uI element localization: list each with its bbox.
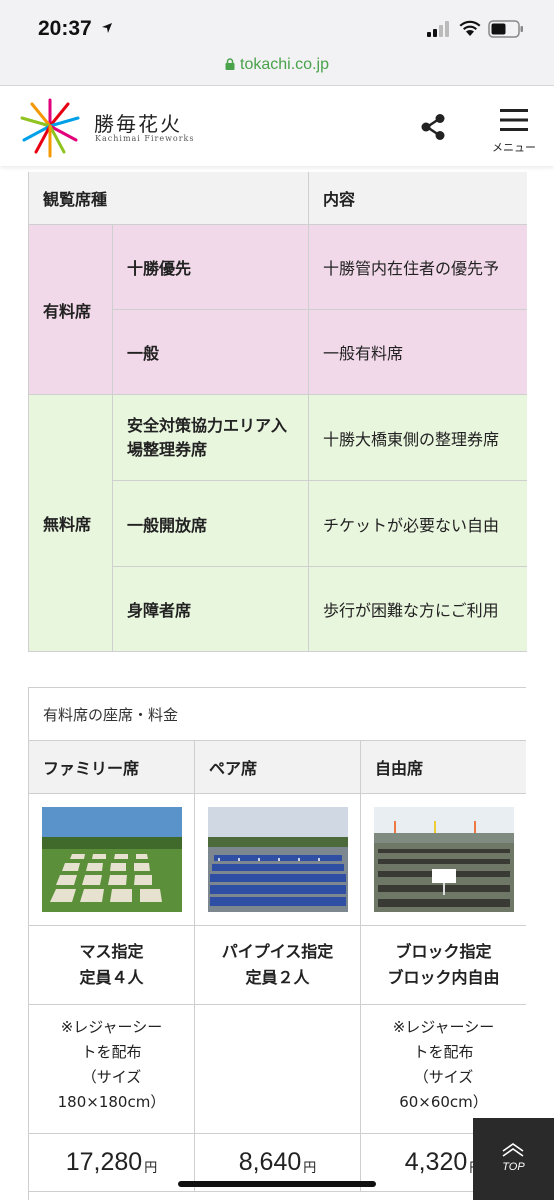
note-line: トを配布 (81, 1043, 142, 1061)
price-unit: 円 (303, 1161, 317, 1176)
address-bar[interactable]: tokachi.co.jp (0, 56, 554, 86)
signal-icon (427, 21, 449, 37)
seat-type-cell: マス指定定員４人 (29, 926, 195, 1005)
photo-cell (195, 794, 361, 926)
price-value: 8,640 (238, 1148, 302, 1176)
note-line: 180×180cm） (57, 1093, 166, 1111)
header-seat-type: 観覧席種 (29, 172, 309, 225)
status-time: 20:37 (38, 17, 92, 40)
seat-type-table: 観覧席種 内容 有料席 十勝優先 十勝管内在住者の優先予 一般 一般有料席 無料… (28, 172, 527, 652)
seat-name: 身障者席 (113, 567, 309, 652)
seat-capacity-line: 定員４人 (79, 968, 144, 987)
seat-detail: 一般有料席 (309, 310, 527, 395)
family-seat-photo (42, 807, 182, 912)
location-arrow-icon (102, 23, 112, 33)
note-line: 60×60cm） (399, 1093, 488, 1111)
home-indicator[interactable] (178, 1181, 376, 1187)
seat-name: 安全対策協力エリア入場整理券席 (113, 395, 309, 481)
menu-label: メニュー (492, 141, 536, 154)
price-value: 4,320 (404, 1148, 468, 1176)
site-header: 勝毎花火 Kachimai Fireworks メニュー (0, 86, 554, 166)
seat-detail: チケットが必要ない自由 (309, 481, 527, 567)
menu-button[interactable]: メニュー (488, 106, 540, 156)
note-cell: ※レジャーシー トを配布 （サイズ 180×180cm） (29, 1005, 195, 1134)
free-seat-photo (374, 807, 514, 912)
column-header: ファミリー席 (29, 741, 195, 794)
group-free-seats: 無料席 (29, 395, 113, 652)
column-header: 自由席 (361, 741, 526, 794)
logo-subtitle: Kachimai Fireworks (95, 134, 195, 143)
seat-type-line: マス指定 (79, 942, 144, 961)
photo-cell (361, 794, 526, 926)
seat-detail: 十勝管内在住者の優先予 (309, 225, 527, 310)
price-table-caption: 有料席の座席・料金 (29, 688, 526, 741)
note-line: トを配布 (413, 1043, 474, 1061)
logo-title[interactable]: 勝毎花火 (94, 108, 182, 137)
note-line: ※レジャーシー (60, 1018, 163, 1036)
back-to-top-button[interactable]: TOP (473, 1118, 554, 1200)
battery-icon (488, 20, 523, 38)
seat-capacity-line: 定員２人 (245, 968, 310, 987)
hamburger-icon (500, 109, 528, 131)
seat-type-line: パイプイス指定 (221, 942, 334, 961)
photo-cell (29, 794, 195, 926)
wifi-icon (459, 20, 481, 36)
note-cell (195, 1005, 361, 1134)
url-text[interactable]: tokachi.co.jp (240, 56, 329, 73)
status-bar: 20:37 (0, 0, 554, 56)
header-content: 内容 (309, 172, 527, 225)
price-unit: 円 (144, 1161, 158, 1176)
seat-name: 一般 (113, 310, 309, 395)
note-line: （サイズ (81, 1068, 142, 1086)
share-icon[interactable] (418, 112, 448, 142)
seat-capacity-line: ブロック内自由 (387, 968, 500, 987)
top-label: TOP (502, 1161, 525, 1173)
note-line: （サイズ (413, 1068, 474, 1086)
seat-type-cell: パイプイス指定 定員２人 (195, 926, 361, 1005)
seat-detail: 十勝大橋東側の整理券席 (309, 395, 527, 481)
seat-name: 一般開放席 (113, 481, 309, 567)
pair-seat-photo (208, 807, 348, 912)
price-cell: 17,280 円 (29, 1134, 195, 1192)
seat-type-line: ブロック指定 (395, 942, 492, 961)
seat-type-cell: ブロック指定 ブロック内自由 (361, 926, 526, 1005)
seat-detail: 歩行が困難な方にご利用 (309, 567, 527, 652)
group-paid-seats: 有料席 (29, 225, 113, 395)
lock-icon (225, 58, 235, 70)
note-cell: ※レジャーシー トを配布 （サイズ 60×60cm） (361, 1005, 526, 1134)
note-line: ※レジャーシー (392, 1018, 495, 1036)
column-header: ペア席 (195, 741, 361, 794)
firework-logo-icon[interactable] (18, 96, 82, 158)
price-value: 17,280 (65, 1148, 143, 1176)
paid-seat-price-table: 有料席の座席・料金 ファミリー席 ペア席 自由席 マス指定 定員４人 パイプイス… (28, 687, 526, 1200)
chevron-up-icon (502, 1143, 524, 1157)
seat-name: 十勝優先 (113, 225, 309, 310)
